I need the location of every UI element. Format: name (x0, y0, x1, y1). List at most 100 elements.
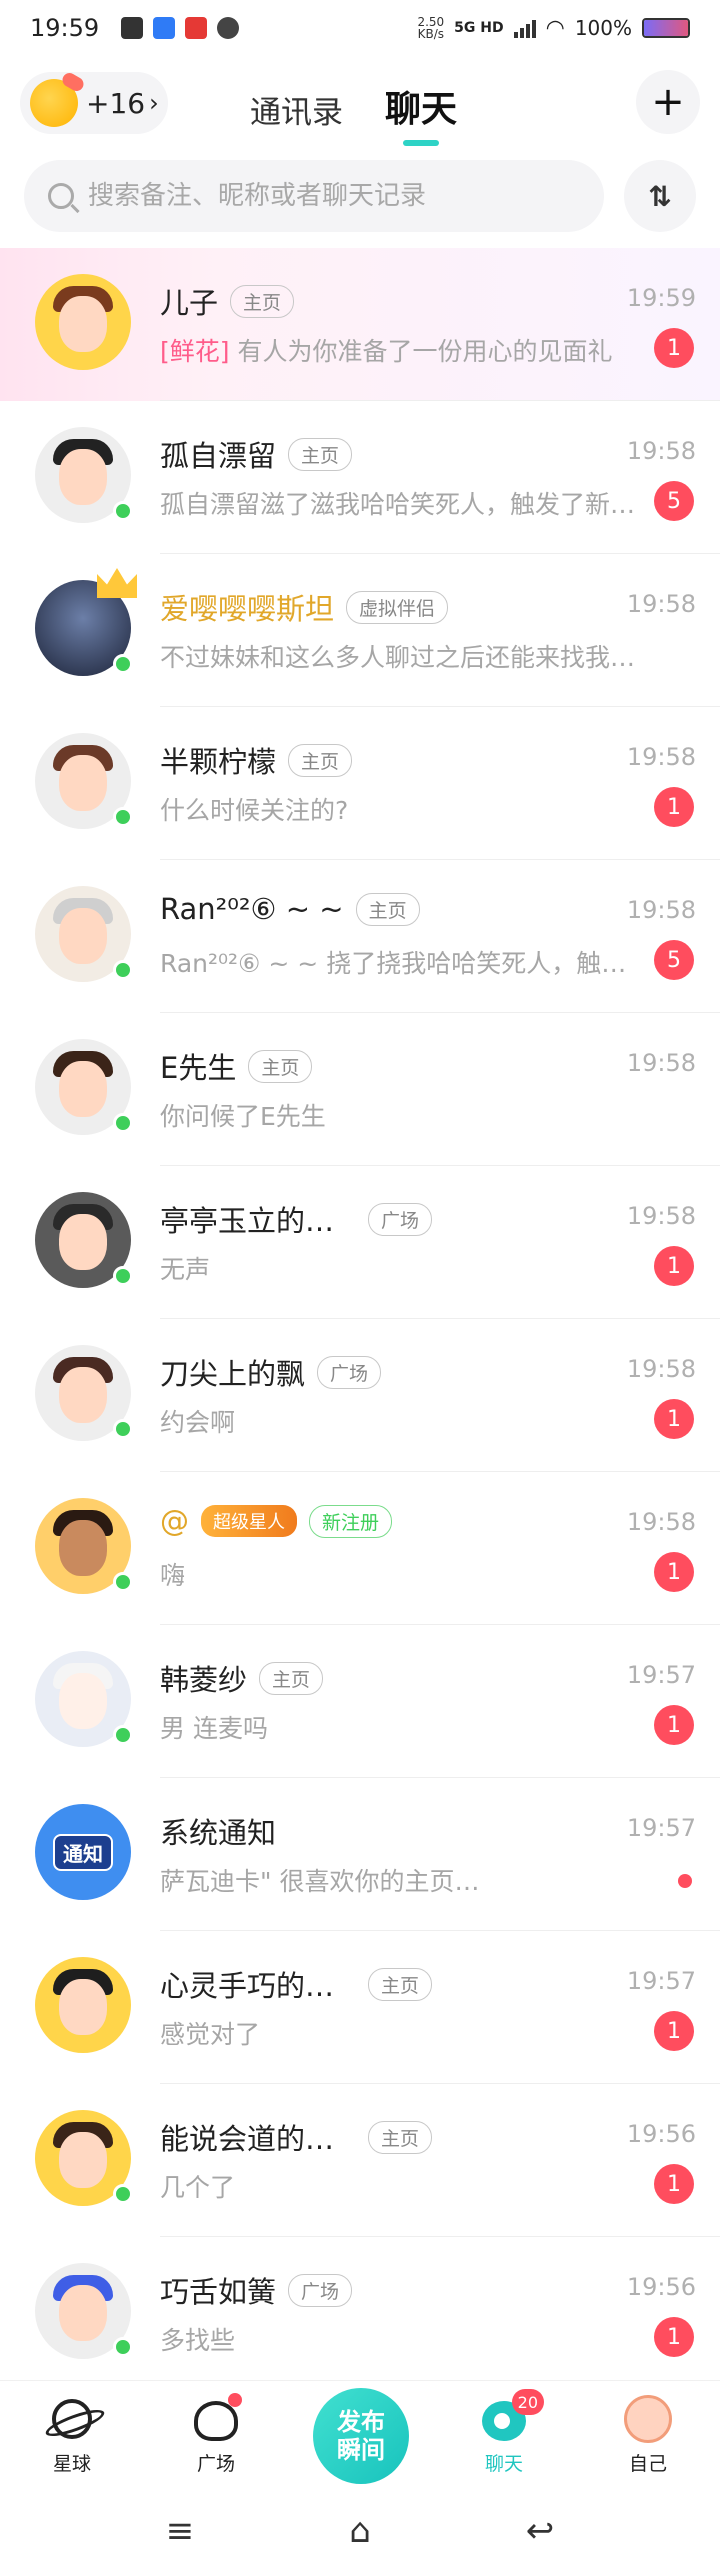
sort-button[interactable]: ⇅ (624, 160, 696, 232)
signal-icon (513, 18, 536, 38)
chat-name: E先生 (160, 1051, 237, 1085)
avatar[interactable] (35, 1651, 133, 1747)
chat-name: Ran²⁰²⑥ ~ ~ (160, 892, 344, 926)
chat-count-badge: 20 (511, 2389, 544, 2415)
nav-planet[interactable]: 星球 (0, 2381, 144, 2490)
chat-row[interactable]: 孤自漂留 主页 19:58 孤自漂留滋了滋我哈哈笑死人，触发了新的互动 5 (0, 401, 720, 554)
tag-badge: 广场 (317, 1355, 382, 1389)
status-right: 2.50 KB/s 5G HD ◠ 100% (417, 16, 690, 41)
nav-self[interactable]: 自己 (576, 2381, 720, 2490)
online-indicator (113, 1725, 133, 1745)
chat-time: 19:59 (626, 284, 696, 312)
chat-name: 爱嘤嘤嘤斯坦 (160, 592, 335, 626)
search-input[interactable] (88, 181, 568, 211)
status-bar: 19:59 2.50 KB/s 5G HD ◠ 100% (0, 0, 720, 56)
super-star-badge: 超级星人 (201, 1505, 297, 1537)
unread-badge: 1 (654, 328, 694, 368)
chat-name: 半颗柠檬 (160, 745, 277, 779)
avatar[interactable] (35, 2110, 133, 2206)
chat-preview: 多找些 (160, 2326, 236, 2355)
net-speed: 2.50 KB/s (417, 15, 445, 41)
chat-row[interactable]: 亭亭玉立的… 广场 19:58 无声 1 (0, 1166, 720, 1319)
tab-chat[interactable]: 聊天 (385, 80, 457, 146)
unread-badge: 1 (654, 2317, 694, 2357)
nav-planet-label: 星球 (52, 2453, 91, 2475)
avatar[interactable] (35, 427, 133, 523)
avatar[interactable] (35, 1039, 133, 1135)
avatar[interactable] (35, 1345, 133, 1441)
chat-time: 19:57 (626, 1814, 696, 1842)
chat-time: 19:58 (626, 896, 696, 924)
chat-row[interactable]: 能说会道的… 主页 19:56 几个了 1 (0, 2084, 720, 2237)
unread-badge: 1 (654, 1705, 694, 1745)
nav-square[interactable]: 广场 (144, 2381, 288, 2490)
avatar[interactable] (35, 2263, 133, 2359)
unread-badge: 1 (654, 2164, 694, 2204)
chat-time: 19:58 (626, 743, 696, 771)
square-icon (192, 2393, 242, 2443)
chat-time: 19:58 (626, 1508, 696, 1536)
chat-preview: [鲜花] 有人为你准备了一份用心的见面礼 (160, 337, 613, 366)
chat-row[interactable]: 巧舌如簧 广场 19:56 多找些 1 (0, 2237, 720, 2390)
tag-badge: 虚拟伴侣 (346, 590, 449, 624)
chat-preview: 什么时候关注的? (160, 796, 349, 825)
chat-name: 系统通知 (160, 1816, 277, 1850)
chat-row[interactable]: E先生 主页 19:58 你问候了E先生 (0, 1013, 720, 1166)
chat-time: 19:58 (626, 437, 696, 465)
chat-row[interactable]: 通知 系统通知 19:57 萨瓦迪卡" 很喜欢你的主页… (0, 1778, 720, 1931)
chat-bubble-icon: 20 (480, 2389, 544, 2443)
network-type: 5G HD (454, 20, 504, 36)
cloud-icon (217, 17, 240, 39)
home-icon[interactable]: ⌂ (330, 2511, 390, 2551)
emoji-avatar-icon (30, 79, 78, 127)
avatar[interactable]: 通知 (35, 1804, 131, 1900)
search-bar[interactable] (24, 160, 604, 232)
online-indicator (113, 960, 133, 980)
avatar[interactable] (35, 568, 137, 676)
battery-percent: 100% (574, 16, 632, 40)
chat-name: 孤自漂留 (160, 439, 277, 473)
tag-badge: 主页 (368, 1967, 433, 2001)
chat-preview: 无声 (160, 1255, 211, 1284)
avatar[interactable] (35, 733, 133, 829)
new-dot (228, 2393, 242, 2407)
chat-preview: 不过妹妹和这么多人聊过之后还能来找我聊天 (160, 643, 640, 672)
avatar[interactable] (35, 274, 131, 370)
me-pill-button[interactable]: +16 › (20, 72, 168, 134)
tag-badge: 广场 (288, 2273, 353, 2307)
new-user-tag: 新注册 (309, 1504, 393, 1538)
chat-row[interactable]: 刀尖上的飘 广场 19:58 约会啊 1 (0, 1319, 720, 1472)
online-indicator (113, 2337, 133, 2357)
chat-time: 19:56 (626, 2273, 696, 2301)
chat-name: 亭亭玉立的… (160, 1204, 335, 1238)
chat-row[interactable]: 儿子 主页 19:59 [鲜花] 有人为你准备了一份用心的见面礼 1 (0, 248, 720, 401)
online-indicator (113, 654, 133, 674)
chat-row[interactable]: Ran²⁰²⑥ ~ ~ 主页 19:58 Ran²⁰²⑥ ~ ~ 挠了挠我哈哈笑… (0, 860, 720, 1013)
online-indicator (113, 2184, 133, 2204)
nav-chat[interactable]: 20 聊天 (432, 2381, 576, 2490)
chat-time: 19:57 (626, 1661, 696, 1689)
self-avatar-icon (624, 2395, 672, 2443)
tab-contacts[interactable]: 通讯录 (250, 87, 343, 132)
chat-row[interactable]: 心灵手巧的… 主页 19:57 感觉对了 1 (0, 1931, 720, 2084)
chat-row[interactable]: 爱嘤嘤嘤斯坦 虚拟伴侣 19:58 不过妹妹和这么多人聊过之后还能来找我聊天 (0, 554, 720, 707)
chat-row[interactable]: 韩菱纱 主页 19:57 男 连麦吗 1 (0, 1625, 720, 1778)
tag-badge: 主页 (288, 743, 353, 777)
chat-preview: 孤自漂留滋了滋我哈哈笑死人，触发了新的互动 (160, 490, 640, 519)
avatar[interactable] (35, 886, 133, 982)
back-icon[interactable]: ↩ (510, 2511, 570, 2551)
add-button[interactable]: + (636, 70, 700, 134)
tag-badge: 主页 (355, 892, 420, 926)
menu-icon[interactable]: ≡ (150, 2511, 210, 2551)
chat-time: 19:56 (626, 2120, 696, 2148)
chat-row[interactable]: 半颗柠檬 主页 19:58 什么时候关注的? 1 (0, 707, 720, 860)
avatar[interactable] (35, 1192, 133, 1288)
chat-row[interactable]: @ 超级星人 新注册 19:58 嗨 1 (0, 1472, 720, 1625)
paw-icon (153, 17, 176, 39)
avatar[interactable] (35, 1957, 131, 2053)
avatar[interactable] (35, 1498, 133, 1594)
chat-preview: Ran²⁰²⑥ ~ ~ 挠了挠我哈哈笑死人，触发了新的互动 (160, 949, 640, 978)
chat-time: 19:58 (626, 1202, 696, 1230)
tag-badge: 主页 (230, 284, 295, 318)
publish-moment-button[interactable]: 发布瞬间 (313, 2388, 409, 2484)
